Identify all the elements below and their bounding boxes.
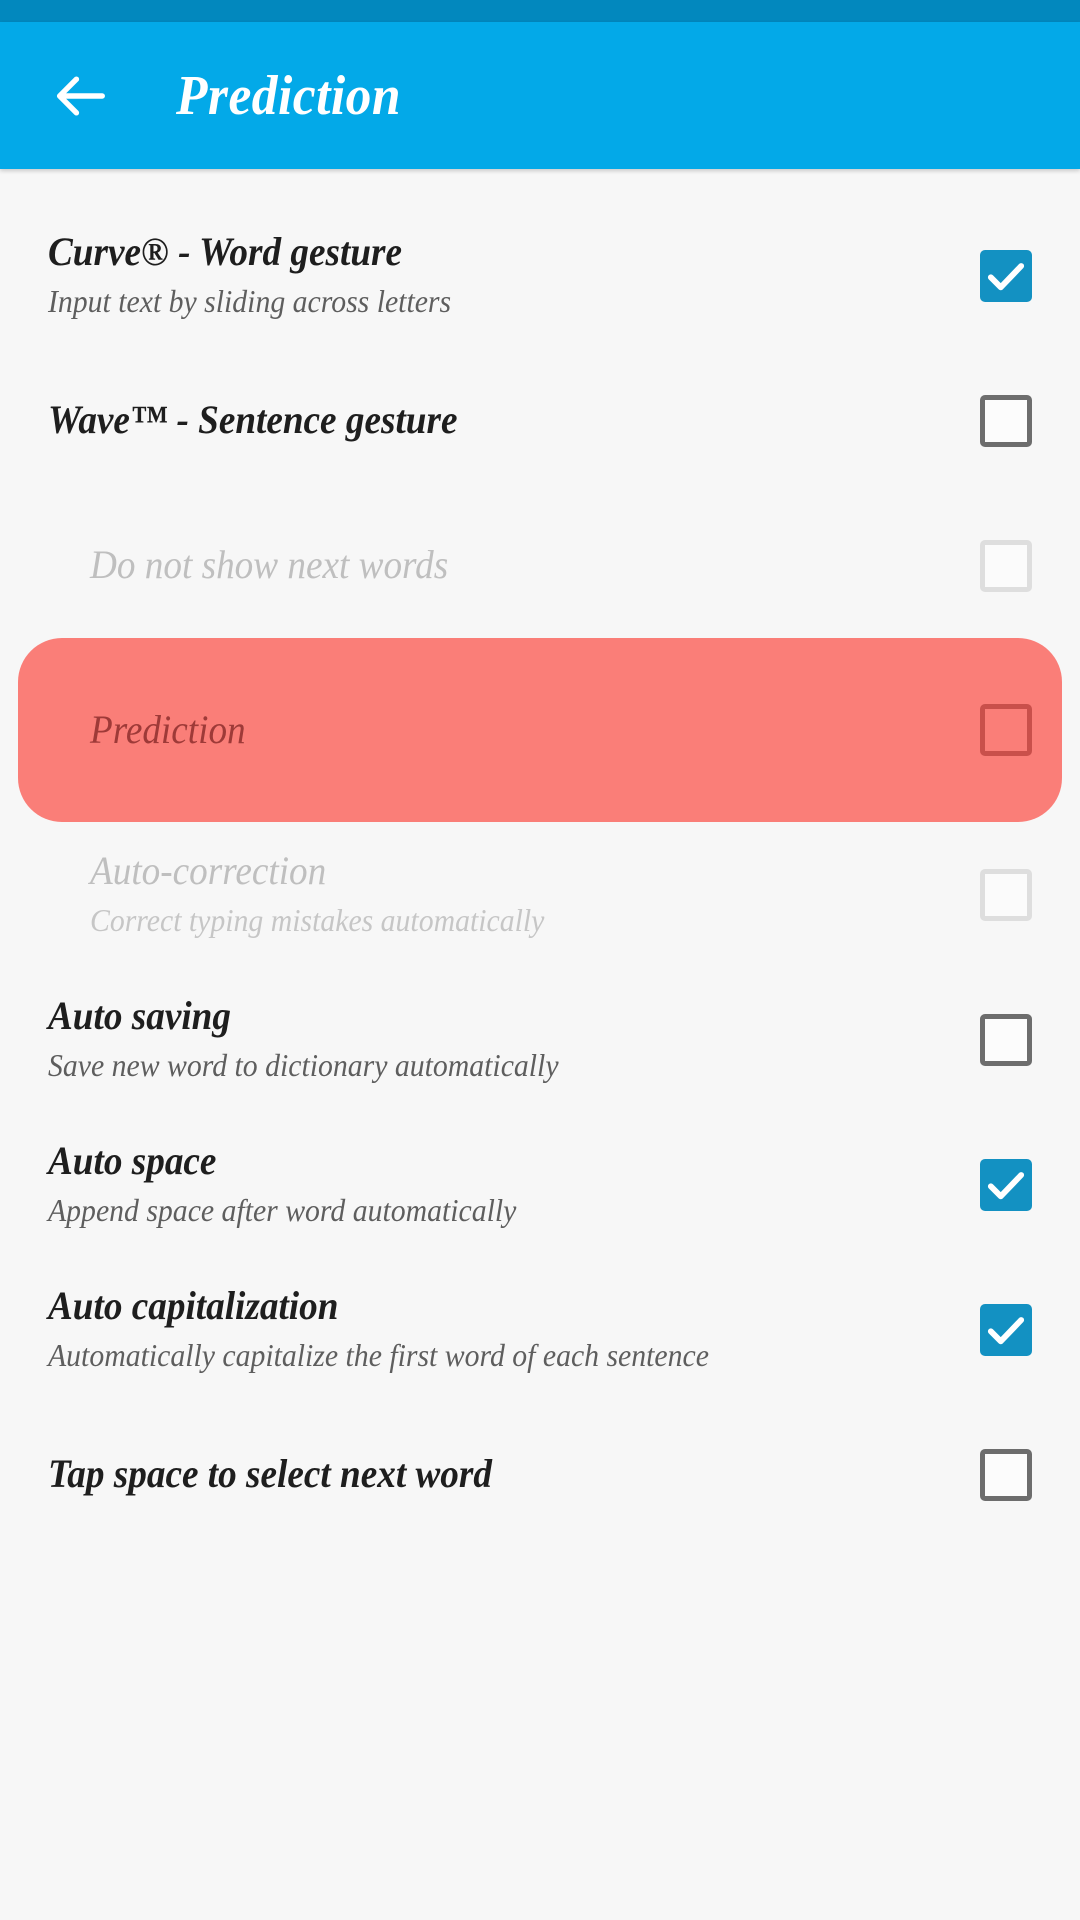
app-bar: Prediction	[0, 22, 1080, 169]
back-arrow-icon[interactable]	[48, 65, 110, 127]
page-title: Prediction	[176, 64, 401, 127]
setting-row-texts: Do not show next words	[90, 542, 980, 588]
setting-title: Tap space to select next word	[48, 1451, 492, 1497]
setting-title: Curve® - Word gesture	[48, 229, 403, 275]
setting-title: Do not show next words	[90, 542, 449, 588]
setting-subtitle: Append space after word automatically	[48, 1192, 517, 1229]
setting-subtitle: Save new word to dictionary automaticall…	[48, 1047, 559, 1084]
status-bar	[0, 0, 1080, 22]
checkbox-unchecked[interactable]	[980, 1448, 1032, 1501]
checkbox-unchecked[interactable]	[980, 1013, 1032, 1066]
setting-row-texts: Auto saving Save new word to dictionary a…	[48, 994, 980, 1084]
setting-row[interactable]: Prediction	[18, 638, 1062, 822]
app-bar-spacer	[0, 169, 1080, 203]
setting-title: Auto space	[48, 1138, 217, 1184]
setting-row[interactable]: Auto space Append space after word automa…	[0, 1112, 1080, 1257]
setting-row[interactable]: Auto capitalization Automatically capital…	[0, 1257, 1080, 1402]
setting-row[interactable]: Do not show next words	[0, 493, 1080, 638]
setting-title: Auto capitalization	[48, 1283, 339, 1329]
setting-row-texts: Curve® - Word gesture Input text by slidi…	[48, 230, 980, 320]
setting-row-texts: Auto space Append space after word automa…	[48, 1139, 980, 1229]
setting-subtitle: Correct typing mistakes automatically	[90, 902, 545, 939]
setting-subtitle: Automatically capitalize the first word …	[48, 1337, 709, 1374]
setting-row-texts: Wave™ - Sentence gesture	[48, 397, 980, 443]
setting-row-texts: Prediction	[90, 706, 980, 753]
checkbox-unchecked[interactable]	[980, 394, 1032, 447]
setting-subtitle: Input text by sliding across letters	[48, 283, 452, 320]
setting-title: Auto-correction	[90, 848, 327, 894]
settings-list: Curve® - Word gesture Input text by slidi…	[0, 203, 1080, 1547]
setting-row-texts: Auto-correction Correct typing mistakes a…	[90, 849, 980, 939]
setting-row-texts: Auto capitalization Automatically capital…	[48, 1284, 980, 1374]
checkbox-unchecked-disabled[interactable]	[980, 868, 1032, 921]
setting-title: Prediction	[90, 706, 246, 752]
setting-row-texts: Tap space to select next word	[48, 1451, 980, 1497]
setting-row[interactable]: Auto-correction Correct typing mistakes a…	[0, 822, 1080, 967]
setting-row[interactable]: Tap space to select next word	[0, 1402, 1080, 1547]
setting-title: Auto saving	[48, 993, 231, 1039]
checkbox-unchecked-disabled[interactable]	[980, 539, 1032, 592]
checkbox-checked[interactable]	[980, 249, 1032, 302]
setting-title: Wave™ - Sentence gesture	[48, 397, 458, 443]
checkbox-unchecked-highlighted[interactable]	[980, 704, 1032, 756]
setting-row[interactable]: Auto saving Save new word to dictionary a…	[0, 967, 1080, 1112]
checkbox-checked[interactable]	[980, 1303, 1032, 1356]
setting-row[interactable]: Wave™ - Sentence gesture	[0, 348, 1080, 493]
setting-row[interactable]: Curve® - Word gesture Input text by slidi…	[0, 203, 1080, 348]
checkbox-checked[interactable]	[980, 1158, 1032, 1211]
